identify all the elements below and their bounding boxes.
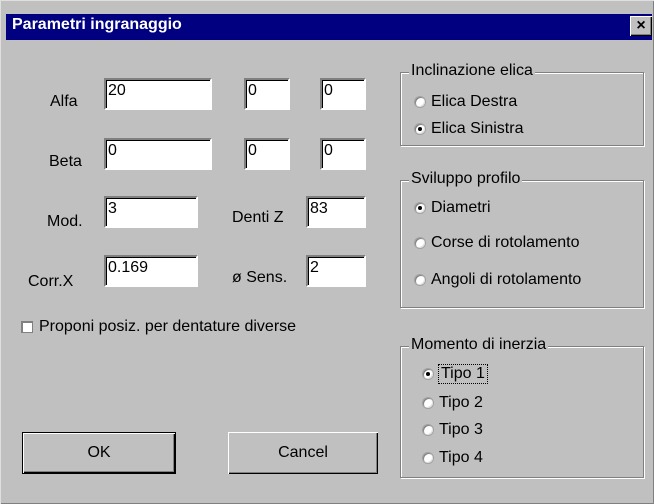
radio-tipo-4-label: Tipo 4 [439,449,483,466]
radio-elica-sinistra[interactable]: Elica Sinistra [415,120,523,138]
radio-dot[interactable] [423,453,433,463]
beta-label: Beta [49,153,82,170]
radio-diametri-label: Diametri [431,199,491,216]
alfa-input-3[interactable] [322,77,364,105]
proponi-checkbox[interactable]: Proponi posiz. per dentature diverse [22,318,296,336]
alfa-label: Alfa [50,93,78,110]
radio-corse-label: Corse di rotolamento [431,234,580,251]
alfa-field-1[interactable] [104,77,212,110]
checkbox-box[interactable] [22,322,32,332]
dialog-window: Parametri ingranaggio × Alfa Beta Mod. D… [0,0,654,504]
radio-tipo-3[interactable]: Tipo 3 [423,421,483,439]
momento-legend: Momento di inerzia [409,336,549,354]
mod-label: Mod. [47,213,83,230]
radio-elica-destra[interactable]: Elica Destra [415,93,517,111]
radio-dot[interactable] [423,425,433,435]
radio-dot-selected[interactable] [423,369,433,379]
cancel-button[interactable]: Cancel [228,432,378,474]
beta-input-1[interactable] [106,137,210,165]
corr-input[interactable] [106,254,196,282]
radio-corse[interactable]: Corse di rotolamento [415,234,580,252]
sviluppo-group: Sviluppo profilo Diametri Corse di rotol… [400,170,644,308]
denti-input[interactable] [308,195,364,223]
ok-button[interactable]: OK [22,432,176,474]
radio-elica-destra-label: Elica Destra [431,93,518,110]
beta-field-3[interactable] [320,137,366,170]
denti-label: Denti Z [232,209,284,226]
radio-dot-selected[interactable] [415,124,425,134]
proponi-checkbox-label: Proponi posiz. per dentature diverse [39,318,297,335]
inclinazione-legend: Inclinazione elica [409,62,535,80]
radio-tipo-2-label: Tipo 2 [439,394,483,411]
close-button[interactable]: × [630,16,652,36]
alfa-input-2[interactable] [246,77,288,105]
radio-dot[interactable] [415,275,425,285]
inclinazione-group: Inclinazione elica Elica Destra Elica Si… [400,62,644,146]
beta-input-2[interactable] [246,137,288,165]
alfa-field-2[interactable] [244,77,290,110]
sens-label: ø Sens. [232,269,288,286]
corr-label: Corr.X [28,273,74,290]
radio-dot[interactable] [423,398,433,408]
radio-dot[interactable] [415,238,425,248]
title-bar[interactable]: Parametri ingranaggio × [6,14,652,40]
beta-field-2[interactable] [244,137,290,170]
radio-dot[interactable] [415,97,425,107]
sviluppo-legend: Sviluppo profilo [409,170,523,188]
radio-tipo-1-label: Tipo 1 [438,364,488,384]
radio-tipo-3-label: Tipo 3 [439,421,483,438]
radio-tipo-4[interactable]: Tipo 4 [423,449,483,467]
radio-angoli[interactable]: Angoli di rotolamento [415,271,581,289]
radio-tipo-2[interactable]: Tipo 2 [423,394,483,412]
sens-input[interactable] [308,254,364,282]
alfa-field-3[interactable] [320,77,366,110]
window-title: Parametri ingranaggio [12,16,182,33]
radio-tipo-1[interactable]: Tipo 1 [423,364,488,384]
sens-field[interactable] [306,254,366,287]
radio-diametri[interactable]: Diametri [415,199,491,217]
mod-input[interactable] [106,195,196,223]
radio-elica-sinistra-label: Elica Sinistra [431,120,524,137]
radio-dot-selected[interactable] [415,203,425,213]
mod-field[interactable] [104,195,198,228]
alfa-input-1[interactable] [106,77,210,105]
corr-field[interactable] [104,254,198,287]
denti-field[interactable] [306,195,366,228]
beta-field-1[interactable] [104,137,212,170]
momento-group: Momento di inerzia Tipo 1 Tipo 2 Tipo 3 … [400,336,644,478]
beta-input-3[interactable] [322,137,364,165]
radio-angoli-label: Angoli di rotolamento [431,271,582,288]
